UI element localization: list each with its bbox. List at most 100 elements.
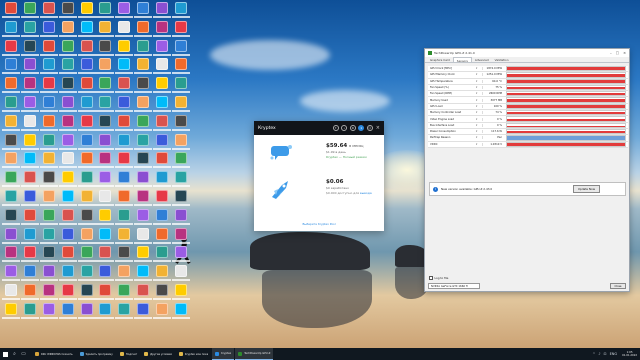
desktop-shortcut[interactable] xyxy=(21,152,40,171)
desktop-shortcut[interactable] xyxy=(58,20,77,40)
desktop-shortcut[interactable] xyxy=(133,114,153,134)
desktop-shortcut[interactable] xyxy=(2,77,21,96)
desktop-shortcut[interactable] xyxy=(39,152,59,171)
desktop-shortcut[interactable] xyxy=(133,95,153,115)
taskbar-item[interactable]: RKU WINDOWS Скачать xyxy=(32,348,76,360)
desktop-shortcut[interactable] xyxy=(2,58,21,77)
desktop-shortcut[interactable] xyxy=(77,133,96,153)
desktop-shortcut[interactable] xyxy=(133,2,153,21)
desktop-shortcut[interactable] xyxy=(2,283,21,303)
desktop-shortcut[interactable] xyxy=(77,95,96,115)
desktop-shortcut[interactable] xyxy=(171,227,190,247)
desktop-shortcut[interactable] xyxy=(115,283,134,303)
desktop-shortcut[interactable] xyxy=(2,246,21,265)
gpuz-window[interactable]: TechPowerUp GPU-Z 2.41.0 – □ × Graphics … xyxy=(424,48,630,292)
desktop-shortcut[interactable] xyxy=(58,114,77,134)
desktop-shortcut[interactable] xyxy=(58,171,77,190)
notification-icon[interactable]: 1 xyxy=(358,125,365,131)
desktop-shortcut[interactable] xyxy=(39,133,59,153)
desktop-shortcut[interactable] xyxy=(115,20,134,40)
desktop-shortcut[interactable] xyxy=(96,189,115,209)
desktop-shortcut[interactable] xyxy=(115,77,134,96)
desktop-shortcut[interactable] xyxy=(39,171,59,190)
maximize-button[interactable]: □ xyxy=(616,51,619,55)
update-now-button[interactable]: Update Now xyxy=(572,185,600,193)
desktop-shortcut[interactable] xyxy=(2,189,21,209)
desktop-shortcut[interactable] xyxy=(96,95,115,115)
desktop-shortcut[interactable] xyxy=(115,227,134,247)
desktop-shortcut[interactable] xyxy=(96,133,115,153)
desktop-shortcut[interactable] xyxy=(2,302,21,322)
desktop-shortcut[interactable] xyxy=(152,227,171,247)
desktop-shortcut[interactable] xyxy=(115,58,134,77)
start-button[interactable] xyxy=(0,348,10,360)
settings-icon[interactable]: ⚙ xyxy=(349,125,356,131)
desktop-shortcut[interactable] xyxy=(39,208,59,228)
desktop-shortcut[interactable] xyxy=(2,171,21,190)
desktop-shortcut[interactable] xyxy=(152,302,171,322)
desktop-shortcut[interactable] xyxy=(171,2,190,21)
desktop-shortcut[interactable] xyxy=(2,114,21,134)
desktop-shortcut[interactable] xyxy=(171,265,190,284)
desktop-shortcut[interactable] xyxy=(171,283,190,303)
desktop-shortcut[interactable] xyxy=(115,265,134,284)
window-close-button[interactable]: × xyxy=(623,51,626,55)
desktop-shortcut[interactable] xyxy=(171,39,190,59)
desktop-shortcut[interactable] xyxy=(96,265,115,284)
desktop-shortcut[interactable] xyxy=(77,283,96,303)
desktop-shortcut[interactable] xyxy=(21,114,40,134)
desktop-shortcut[interactable] xyxy=(2,39,21,59)
desktop-shortcut[interactable] xyxy=(39,265,59,284)
desktop-shortcut[interactable] xyxy=(133,77,153,96)
desktop-shortcut[interactable] xyxy=(2,227,21,247)
desktop-shortcut[interactable] xyxy=(96,58,115,77)
desktop-shortcut[interactable] xyxy=(39,283,59,303)
desktop-shortcut[interactable] xyxy=(39,39,59,59)
desktop-shortcut[interactable] xyxy=(152,2,171,21)
desktop-shortcut[interactable] xyxy=(152,58,171,77)
desktop-shortcut[interactable] xyxy=(2,208,21,228)
desktop-shortcut[interactable] xyxy=(115,2,134,21)
pool-link[interactable]: Выберите Кryptex Pool xyxy=(254,222,384,226)
desktop-shortcut[interactable] xyxy=(133,302,153,322)
desktop-shortcut[interactable] xyxy=(58,208,77,228)
desktop-shortcut[interactable] xyxy=(115,302,134,322)
desktop-shortcut[interactable] xyxy=(58,77,77,96)
desktop-shortcut[interactable] xyxy=(21,302,40,322)
desktop-shortcut[interactable] xyxy=(39,95,59,115)
desktop-shortcut[interactable] xyxy=(133,20,153,40)
desktop-shortcut[interactable] xyxy=(152,95,171,115)
desktop-shortcut[interactable] xyxy=(77,189,96,209)
desktop-shortcut[interactable] xyxy=(152,283,171,303)
desktop-shortcut[interactable] xyxy=(115,95,134,115)
desktop-shortcut[interactable] xyxy=(133,152,153,171)
desktop-shortcut[interactable] xyxy=(77,171,96,190)
desktop-shortcut[interactable] xyxy=(77,152,96,171)
withdraw-link[interactable]: вывода xyxy=(360,191,372,195)
desktop-shortcut[interactable] xyxy=(152,189,171,209)
desktop-shortcut[interactable] xyxy=(115,152,134,171)
log-to-file[interactable]: Log to file xyxy=(429,276,448,280)
desktop-shortcut[interactable] xyxy=(133,265,153,284)
user-icon[interactable]: ☺ xyxy=(366,125,373,131)
desktop-shortcut[interactable] xyxy=(133,227,153,247)
desktop-shortcut[interactable] xyxy=(96,152,115,171)
desktop-shortcut[interactable] xyxy=(171,58,190,77)
tab-validation[interactable]: Validation xyxy=(492,57,512,62)
gift-icon[interactable]: ✦ xyxy=(332,125,339,131)
desktop-shortcut[interactable] xyxy=(58,58,77,77)
desktop-shortcut[interactable] xyxy=(77,39,96,59)
desktop-shortcut[interactable] xyxy=(96,208,115,228)
desktop-shortcut[interactable] xyxy=(39,58,59,77)
desktop-shortcut[interactable] xyxy=(96,227,115,247)
desktop-shortcut[interactable] xyxy=(77,20,96,40)
desktop-shortcut[interactable] xyxy=(21,133,40,153)
desktop-shortcut[interactable] xyxy=(115,171,134,190)
log-checkbox[interactable] xyxy=(429,276,433,280)
taskbar-item[interactable]: Другие условия xyxy=(141,348,175,360)
desktop-shortcut[interactable] xyxy=(115,114,134,134)
desktop-shortcut[interactable] xyxy=(171,152,190,171)
desktop-shortcut[interactable] xyxy=(96,39,115,59)
desktop-shortcut[interactable] xyxy=(152,114,171,134)
search-icon[interactable]: ⌕ xyxy=(10,351,19,357)
